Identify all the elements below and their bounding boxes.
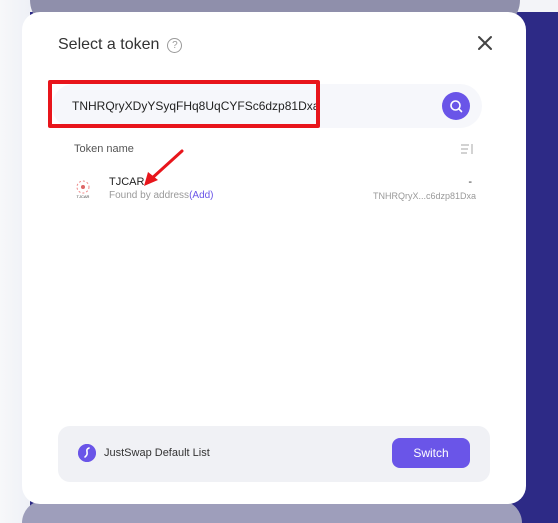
sort-icon[interactable]	[460, 142, 474, 156]
close-icon[interactable]	[474, 32, 496, 54]
help-circle-icon[interactable]: ?	[167, 37, 183, 53]
select-token-modal: Select a token ? Token name TJCAR	[22, 12, 526, 504]
switch-list-button[interactable]: Switch	[392, 438, 470, 468]
found-by-label: Found by address	[109, 190, 190, 201]
justswap-logo-icon	[78, 444, 96, 462]
token-list-item[interactable]: TJCAR TJCAR Found by address(Add) - TNHR…	[62, 174, 476, 208]
svg-text:TJCAR: TJCAR	[77, 194, 90, 199]
search-icon	[450, 100, 463, 113]
search-button[interactable]	[442, 92, 470, 120]
add-token-link[interactable]: (Add)	[189, 190, 213, 201]
token-balance: -	[468, 176, 472, 188]
tjcar-logo-icon: TJCAR	[76, 180, 90, 199]
search-highlight-annotation	[48, 80, 320, 128]
token-list-selector: JustSwap Default List Switch	[58, 426, 490, 482]
token-address: TNHRQryX...c6dzp81Dxa	[372, 191, 476, 201]
modal-header: Select a token ?	[58, 36, 183, 54]
token-found-by: Found by address(Add)	[109, 190, 214, 201]
token-list-name: JustSwap Default List	[104, 447, 210, 459]
token-name-column-header: Token name	[74, 143, 134, 155]
modal-title: Select a token	[58, 36, 160, 53]
token-symbol: TJCAR	[109, 176, 145, 188]
